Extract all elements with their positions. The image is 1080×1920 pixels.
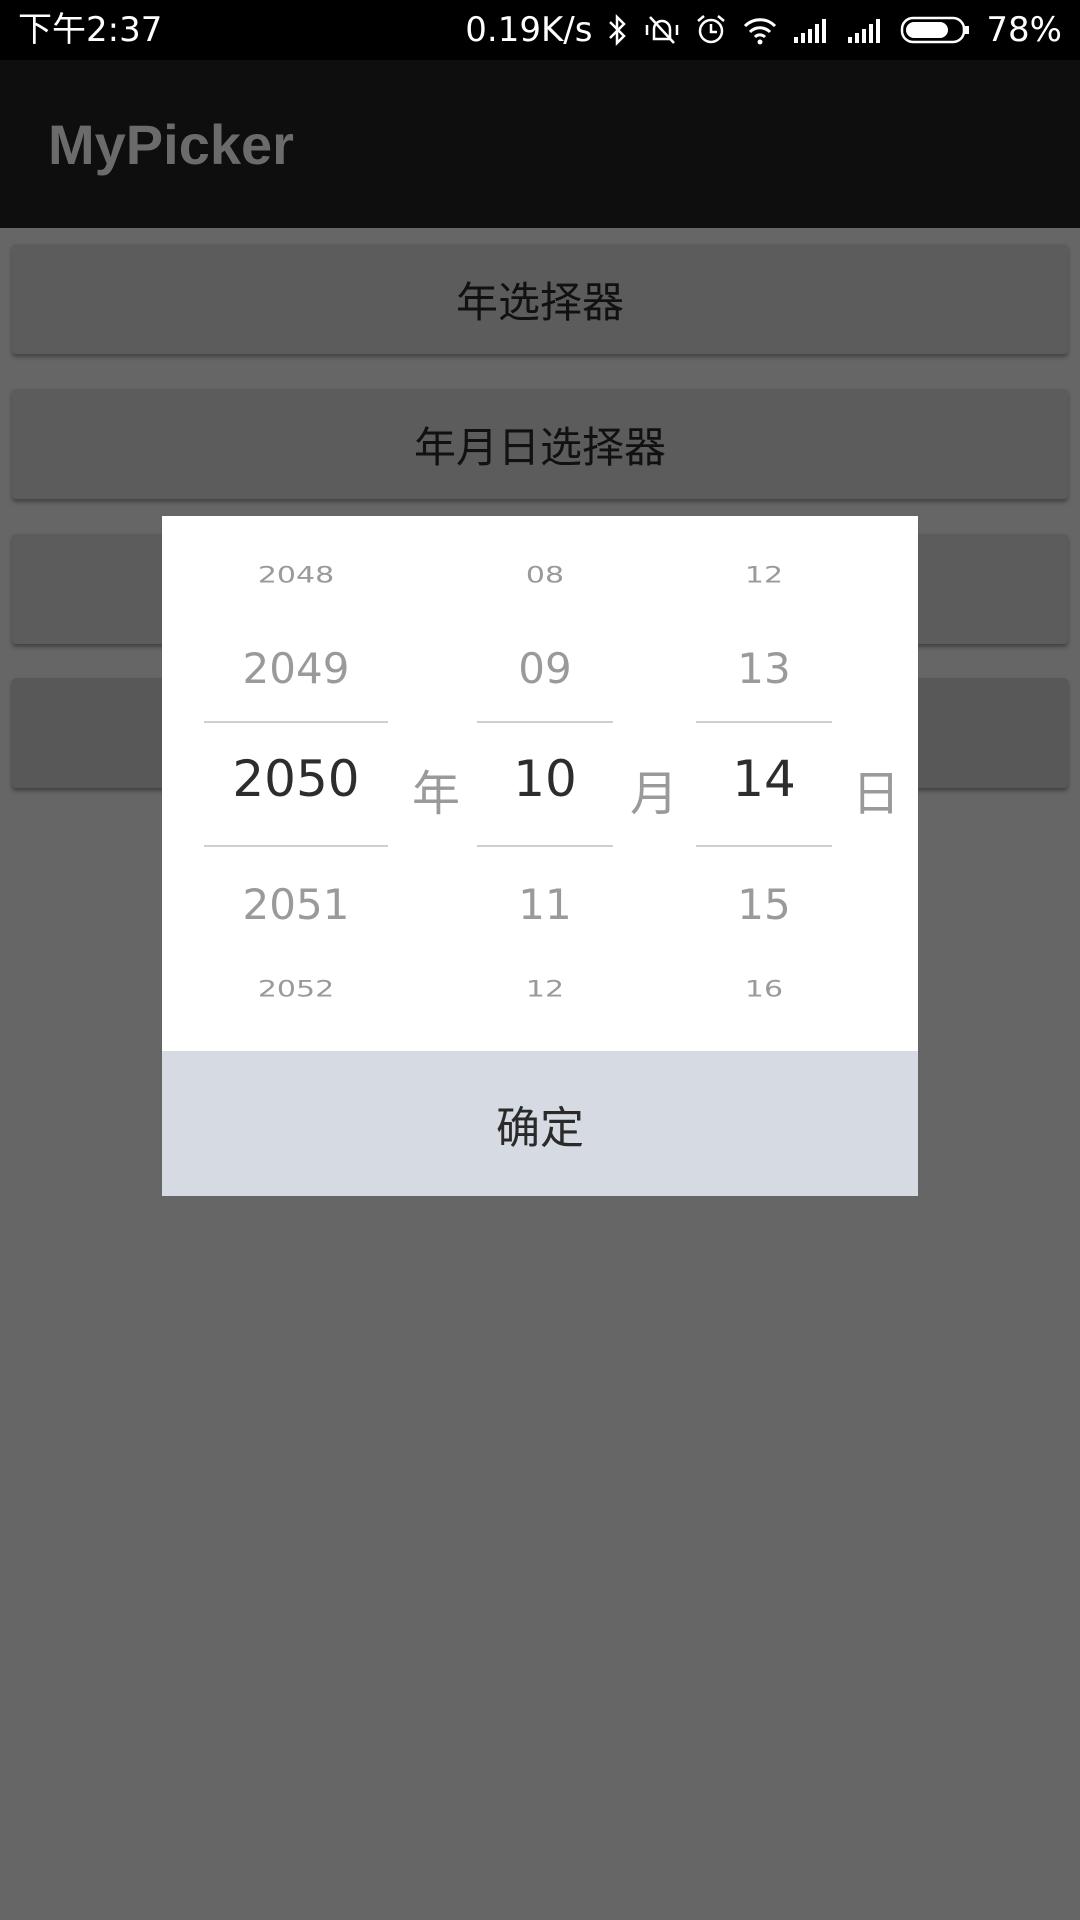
battery-percent: 78% [986,10,1062,50]
status-icons: 0.19K/s 78% [451,0,1062,60]
month-item[interactable]: 12 [477,976,613,1002]
date-picker-wheels: 2048 2049 2050 2051 2052 年 08 09 10 11 1… [162,516,918,1051]
month-unit-label: 月 [630,766,679,822]
day-wheel[interactable]: 12 13 14 15 16 [696,516,832,1051]
signal-icon [792,15,832,45]
selection-divider [477,721,613,723]
day-unit-label: 日 [852,766,901,822]
selection-divider [696,721,832,723]
app-title: MyPicker [48,113,294,176]
status-bar: 下午2:37 0.19K/s 78% [0,0,1080,60]
wifi-icon [742,15,778,45]
signal-icon [846,15,886,45]
confirm-button[interactable]: 确定 [162,1051,918,1196]
app-bar: MyPicker [0,60,1080,228]
year-unit-label: 年 [412,766,461,822]
year-item[interactable]: 2049 [204,644,388,693]
year-item[interactable]: 2051 [204,880,388,929]
year-picker-button[interactable]: 年选择器 [12,244,1068,354]
month-wheel[interactable]: 08 09 10 11 12 [477,516,613,1051]
day-item[interactable]: 12 [696,562,832,588]
day-item[interactable]: 13 [696,644,832,693]
year-item[interactable]: 2052 [204,976,388,1002]
network-speed: 0.19K/s [465,10,593,50]
year-month-day-picker-button[interactable]: 年月日选择器 [12,389,1068,499]
month-item[interactable]: 09 [477,644,613,693]
year-item[interactable]: 2048 [204,562,388,588]
alarm-icon [694,13,728,47]
vibrate-off-icon [644,13,680,47]
day-selected[interactable]: 14 [696,750,832,808]
year-selected[interactable]: 2050 [204,750,388,808]
selection-divider [204,721,388,723]
day-item[interactable]: 15 [696,880,832,929]
month-item[interactable]: 08 [477,562,613,588]
battery-icon [900,15,972,45]
month-selected[interactable]: 10 [477,750,613,808]
selection-divider [477,845,613,847]
bluetooth-icon [606,13,630,47]
date-picker-dialog: 2048 2049 2050 2051 2052 年 08 09 10 11 1… [162,516,918,1196]
status-time: 下午2:37 [18,10,163,50]
year-wheel[interactable]: 2048 2049 2050 2051 2052 [204,516,388,1051]
month-item[interactable]: 11 [477,880,613,929]
day-item[interactable]: 16 [696,976,832,1002]
selection-divider [204,845,388,847]
selection-divider [696,845,832,847]
